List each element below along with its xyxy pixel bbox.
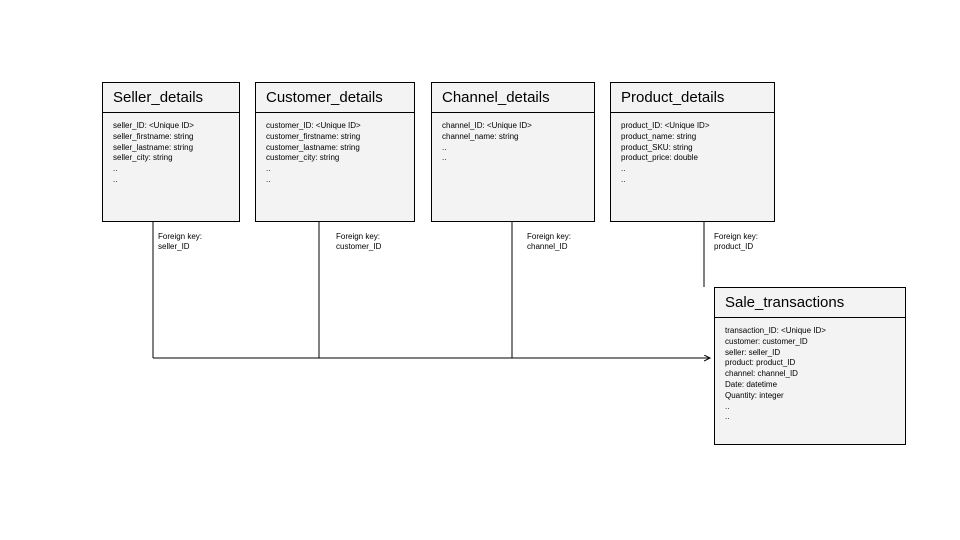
field: product_price: double: [621, 153, 764, 164]
field: ..: [266, 175, 404, 186]
entity-title: Seller_details: [103, 83, 239, 113]
entity-title: Product_details: [611, 83, 774, 113]
field: seller_ID: <Unique ID>: [113, 121, 229, 132]
fk-label-customer: Foreign key: customer_ID: [336, 232, 381, 253]
fk-key: seller_ID: [158, 242, 202, 252]
fk-text: Foreign key:: [714, 232, 758, 242]
field: customer_city: string: [266, 153, 404, 164]
fk-key: customer_ID: [336, 242, 381, 252]
field: product_ID: <Unique ID>: [621, 121, 764, 132]
field: seller: seller_ID: [725, 348, 895, 359]
fk-key: product_ID: [714, 242, 758, 252]
field: channel_ID: <Unique ID>: [442, 121, 584, 132]
field: ..: [725, 402, 895, 413]
fk-text: Foreign key:: [158, 232, 202, 242]
er-connectors: [0, 0, 960, 540]
fk-text: Foreign key:: [336, 232, 381, 242]
field: product: product_ID: [725, 358, 895, 369]
entity-title: Channel_details: [432, 83, 594, 113]
field: transaction_ID: <Unique ID>: [725, 326, 895, 337]
fk-text: Foreign key:: [527, 232, 571, 242]
fk-key: channel_ID: [527, 242, 571, 252]
fk-label-channel: Foreign key: channel_ID: [527, 232, 571, 253]
field: customer: customer_ID: [725, 337, 895, 348]
field: seller_lastname: string: [113, 143, 229, 154]
field: customer_lastname: string: [266, 143, 404, 154]
field: Date: datetime: [725, 380, 895, 391]
entity-body: channel_ID: <Unique ID> channel_name: st…: [432, 113, 594, 172]
field: ..: [725, 412, 895, 423]
field: seller_firstname: string: [113, 132, 229, 143]
field: product_name: string: [621, 132, 764, 143]
entity-customer-details: Customer_details customer_ID: <Unique ID…: [255, 82, 415, 222]
field: ..: [621, 164, 764, 175]
field: seller_city: string: [113, 153, 229, 164]
field: ..: [621, 175, 764, 186]
fk-label-product: Foreign key: product_ID: [714, 232, 758, 253]
fk-label-seller: Foreign key: seller_ID: [158, 232, 202, 253]
field: Quantity: integer: [725, 391, 895, 402]
field: ..: [113, 175, 229, 186]
entity-product-details: Product_details product_ID: <Unique ID> …: [610, 82, 775, 222]
entity-body: seller_ID: <Unique ID> seller_firstname:…: [103, 113, 239, 194]
field: ..: [442, 143, 584, 154]
entity-title: Customer_details: [256, 83, 414, 113]
field: ..: [113, 164, 229, 175]
entity-seller-details: Seller_details seller_ID: <Unique ID> se…: [102, 82, 240, 222]
entity-title: Sale_transactions: [715, 288, 905, 318]
entity-body: transaction_ID: <Unique ID> customer: cu…: [715, 318, 905, 431]
field: channel: channel_ID: [725, 369, 895, 380]
field: ..: [442, 153, 584, 164]
entity-body: customer_ID: <Unique ID> customer_firstn…: [256, 113, 414, 194]
field: customer_ID: <Unique ID>: [266, 121, 404, 132]
field: customer_firstname: string: [266, 132, 404, 143]
field: ..: [266, 164, 404, 175]
field: product_SKU: string: [621, 143, 764, 154]
entity-channel-details: Channel_details channel_ID: <Unique ID> …: [431, 82, 595, 222]
entity-body: product_ID: <Unique ID> product_name: st…: [611, 113, 774, 194]
field: channel_name: string: [442, 132, 584, 143]
entity-sale-transactions: Sale_transactions transaction_ID: <Uniqu…: [714, 287, 906, 445]
